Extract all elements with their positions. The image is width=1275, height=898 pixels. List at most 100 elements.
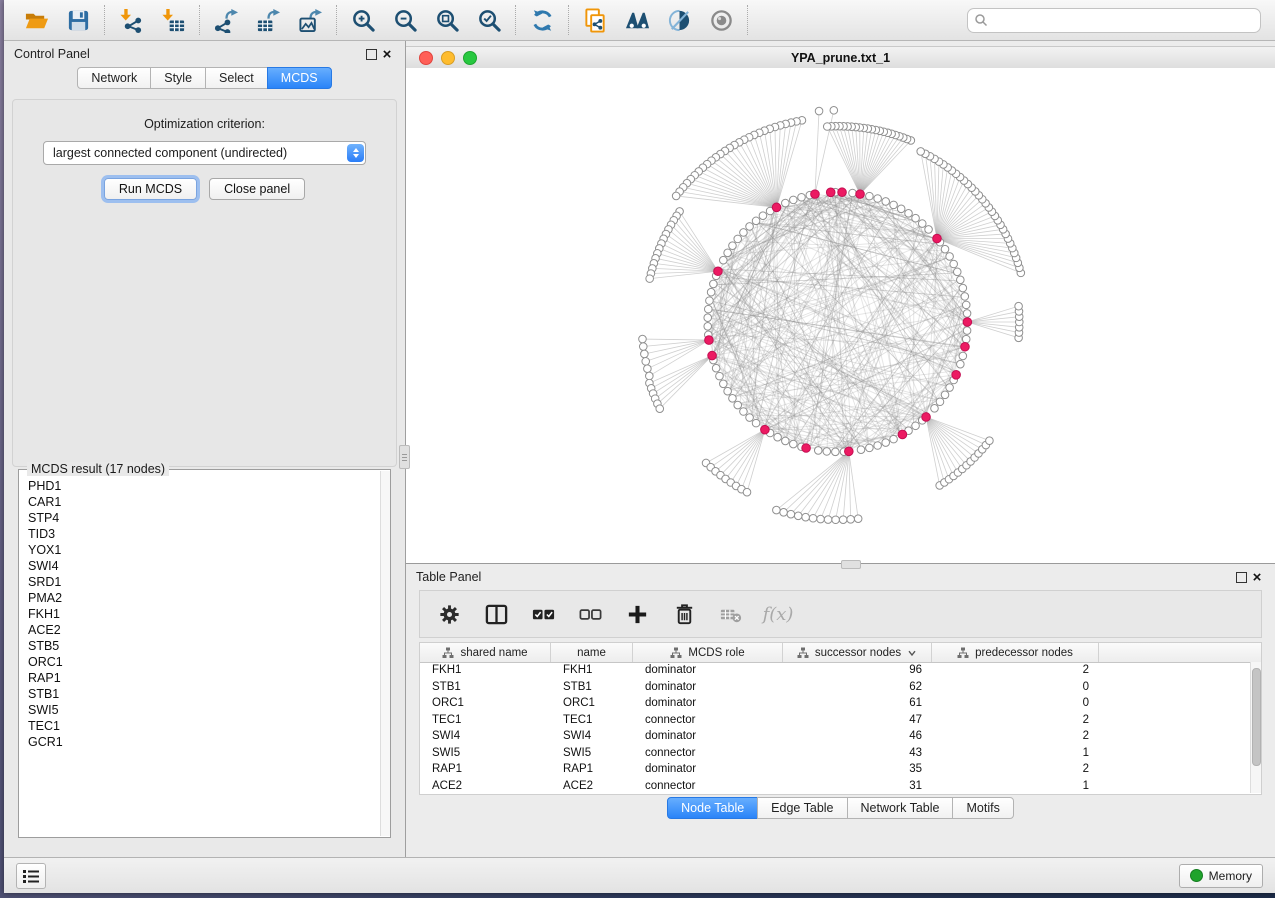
leaf-node[interactable]: [780, 508, 788, 516]
ring-node[interactable]: [814, 447, 822, 455]
ring-node[interactable]: [890, 435, 898, 443]
leaf-node[interactable]: [847, 516, 855, 524]
leaf-node[interactable]: [815, 107, 823, 115]
ring-node[interactable]: [963, 310, 971, 318]
select-all-icon[interactable]: [530, 601, 556, 627]
ring-node[interactable]: [941, 245, 949, 253]
split-table-view-icon[interactable]: [483, 601, 509, 627]
mcds-result-item[interactable]: STB1: [28, 686, 380, 702]
leaf-node[interactable]: [802, 513, 810, 521]
zoom-in-icon[interactable]: [350, 7, 376, 33]
optimization-criterion-select[interactable]: largest connected component (undirected): [43, 141, 366, 165]
hub-node[interactable]: [922, 413, 931, 422]
hub-node[interactable]: [952, 371, 961, 380]
ring-node[interactable]: [890, 201, 898, 209]
leaf-node[interactable]: [794, 512, 802, 520]
ring-node[interactable]: [712, 364, 720, 372]
ring-node[interactable]: [897, 205, 905, 213]
ring-node[interactable]: [752, 419, 760, 427]
mcds-result-item[interactable]: PHD1: [28, 478, 380, 494]
export-table-icon[interactable]: [255, 7, 281, 33]
ring-node[interactable]: [740, 229, 748, 237]
mcds-result-item[interactable]: STB5: [28, 638, 380, 654]
hub-node[interactable]: [838, 188, 847, 197]
tab-edge-table[interactable]: Edge Table: [757, 797, 847, 819]
ring-node[interactable]: [957, 360, 965, 368]
ring-node[interactable]: [946, 384, 954, 392]
delete-table-icon[interactable]: [718, 601, 744, 627]
ring-node[interactable]: [912, 214, 920, 222]
ring-node[interactable]: [759, 212, 767, 220]
leaf-node[interactable]: [1015, 302, 1023, 310]
ring-node[interactable]: [866, 444, 874, 452]
ring-node[interactable]: [882, 198, 890, 206]
tab-mcds[interactable]: MCDS: [267, 67, 332, 89]
ring-node[interactable]: [720, 380, 728, 388]
leaf-node[interactable]: [986, 437, 994, 445]
ring-node[interactable]: [782, 437, 790, 445]
ring-node[interactable]: [716, 372, 724, 380]
leaf-node[interactable]: [839, 516, 847, 524]
ring-node[interactable]: [782, 199, 790, 207]
clone-network-icon[interactable]: [582, 7, 608, 33]
leaf-node[interactable]: [823, 123, 831, 131]
task-history-button[interactable]: [16, 863, 46, 889]
mcds-result-item[interactable]: SWI4: [28, 558, 380, 574]
ring-node[interactable]: [724, 387, 732, 395]
mcds-result-item[interactable]: ORC1: [28, 654, 380, 670]
mcds-list-scrollbar[interactable]: [380, 471, 390, 836]
ring-node[interactable]: [882, 439, 890, 447]
tab-style[interactable]: Style: [150, 67, 206, 89]
apply-function-icon[interactable]: f(x): [765, 601, 791, 627]
table-row[interactable]: RAP1RAP1dominator352: [420, 761, 1251, 778]
leaf-node[interactable]: [672, 192, 680, 200]
ring-node[interactable]: [918, 220, 926, 228]
hub-node[interactable]: [772, 203, 781, 212]
hub-node[interactable]: [705, 336, 714, 345]
leaf-node[interactable]: [917, 148, 925, 156]
tab-motifs[interactable]: Motifs: [952, 797, 1013, 819]
unselect-all-icon[interactable]: [577, 601, 603, 627]
column-header-predecessor-nodes[interactable]: predecessor nodes: [932, 643, 1099, 662]
show-graphics-details-icon[interactable]: [708, 7, 734, 33]
table-splitter-handle[interactable]: [841, 560, 861, 569]
leaf-node[interactable]: [642, 358, 650, 366]
mcds-result-item[interactable]: TEC1: [28, 718, 380, 734]
apply-layout-icon[interactable]: [529, 7, 555, 33]
ring-node[interactable]: [734, 235, 742, 243]
leaf-node[interactable]: [817, 515, 825, 523]
ring-node[interactable]: [866, 192, 874, 200]
hub-node[interactable]: [708, 351, 717, 360]
search-box[interactable]: [967, 8, 1261, 33]
leaf-node[interactable]: [743, 488, 751, 496]
table-float-icon[interactable]: [1233, 569, 1249, 585]
ring-node[interactable]: [790, 196, 798, 204]
leaf-node[interactable]: [644, 365, 652, 373]
float-panel-icon[interactable]: [363, 46, 379, 62]
table-row[interactable]: ACE2ACE2connector311: [420, 778, 1251, 795]
ring-node[interactable]: [790, 440, 798, 448]
leaf-node[interactable]: [656, 405, 664, 413]
column-header-mcds-role[interactable]: MCDS role: [633, 643, 783, 662]
ring-node[interactable]: [752, 217, 760, 225]
table-scrollbar[interactable]: [1250, 662, 1261, 793]
ring-node[interactable]: [823, 448, 831, 456]
hub-node[interactable]: [933, 234, 942, 243]
hub-node[interactable]: [811, 190, 820, 199]
leaf-node[interactable]: [824, 516, 832, 524]
ring-node[interactable]: [729, 395, 737, 403]
ring-node[interactable]: [704, 322, 712, 330]
ring-node[interactable]: [798, 193, 806, 201]
ring-node[interactable]: [962, 335, 970, 343]
table-row[interactable]: SWI5SWI5connector431: [420, 745, 1251, 762]
ring-node[interactable]: [905, 209, 913, 217]
import-table-icon[interactable]: [160, 7, 186, 33]
hub-node[interactable]: [826, 188, 835, 197]
ring-node[interactable]: [925, 226, 933, 234]
ring-node[interactable]: [874, 442, 882, 450]
search-binoculars-icon[interactable]: [624, 7, 650, 33]
ring-node[interactable]: [746, 223, 754, 231]
ring-node[interactable]: [963, 327, 971, 335]
leaf-node[interactable]: [646, 372, 654, 380]
ring-node[interactable]: [707, 288, 715, 296]
